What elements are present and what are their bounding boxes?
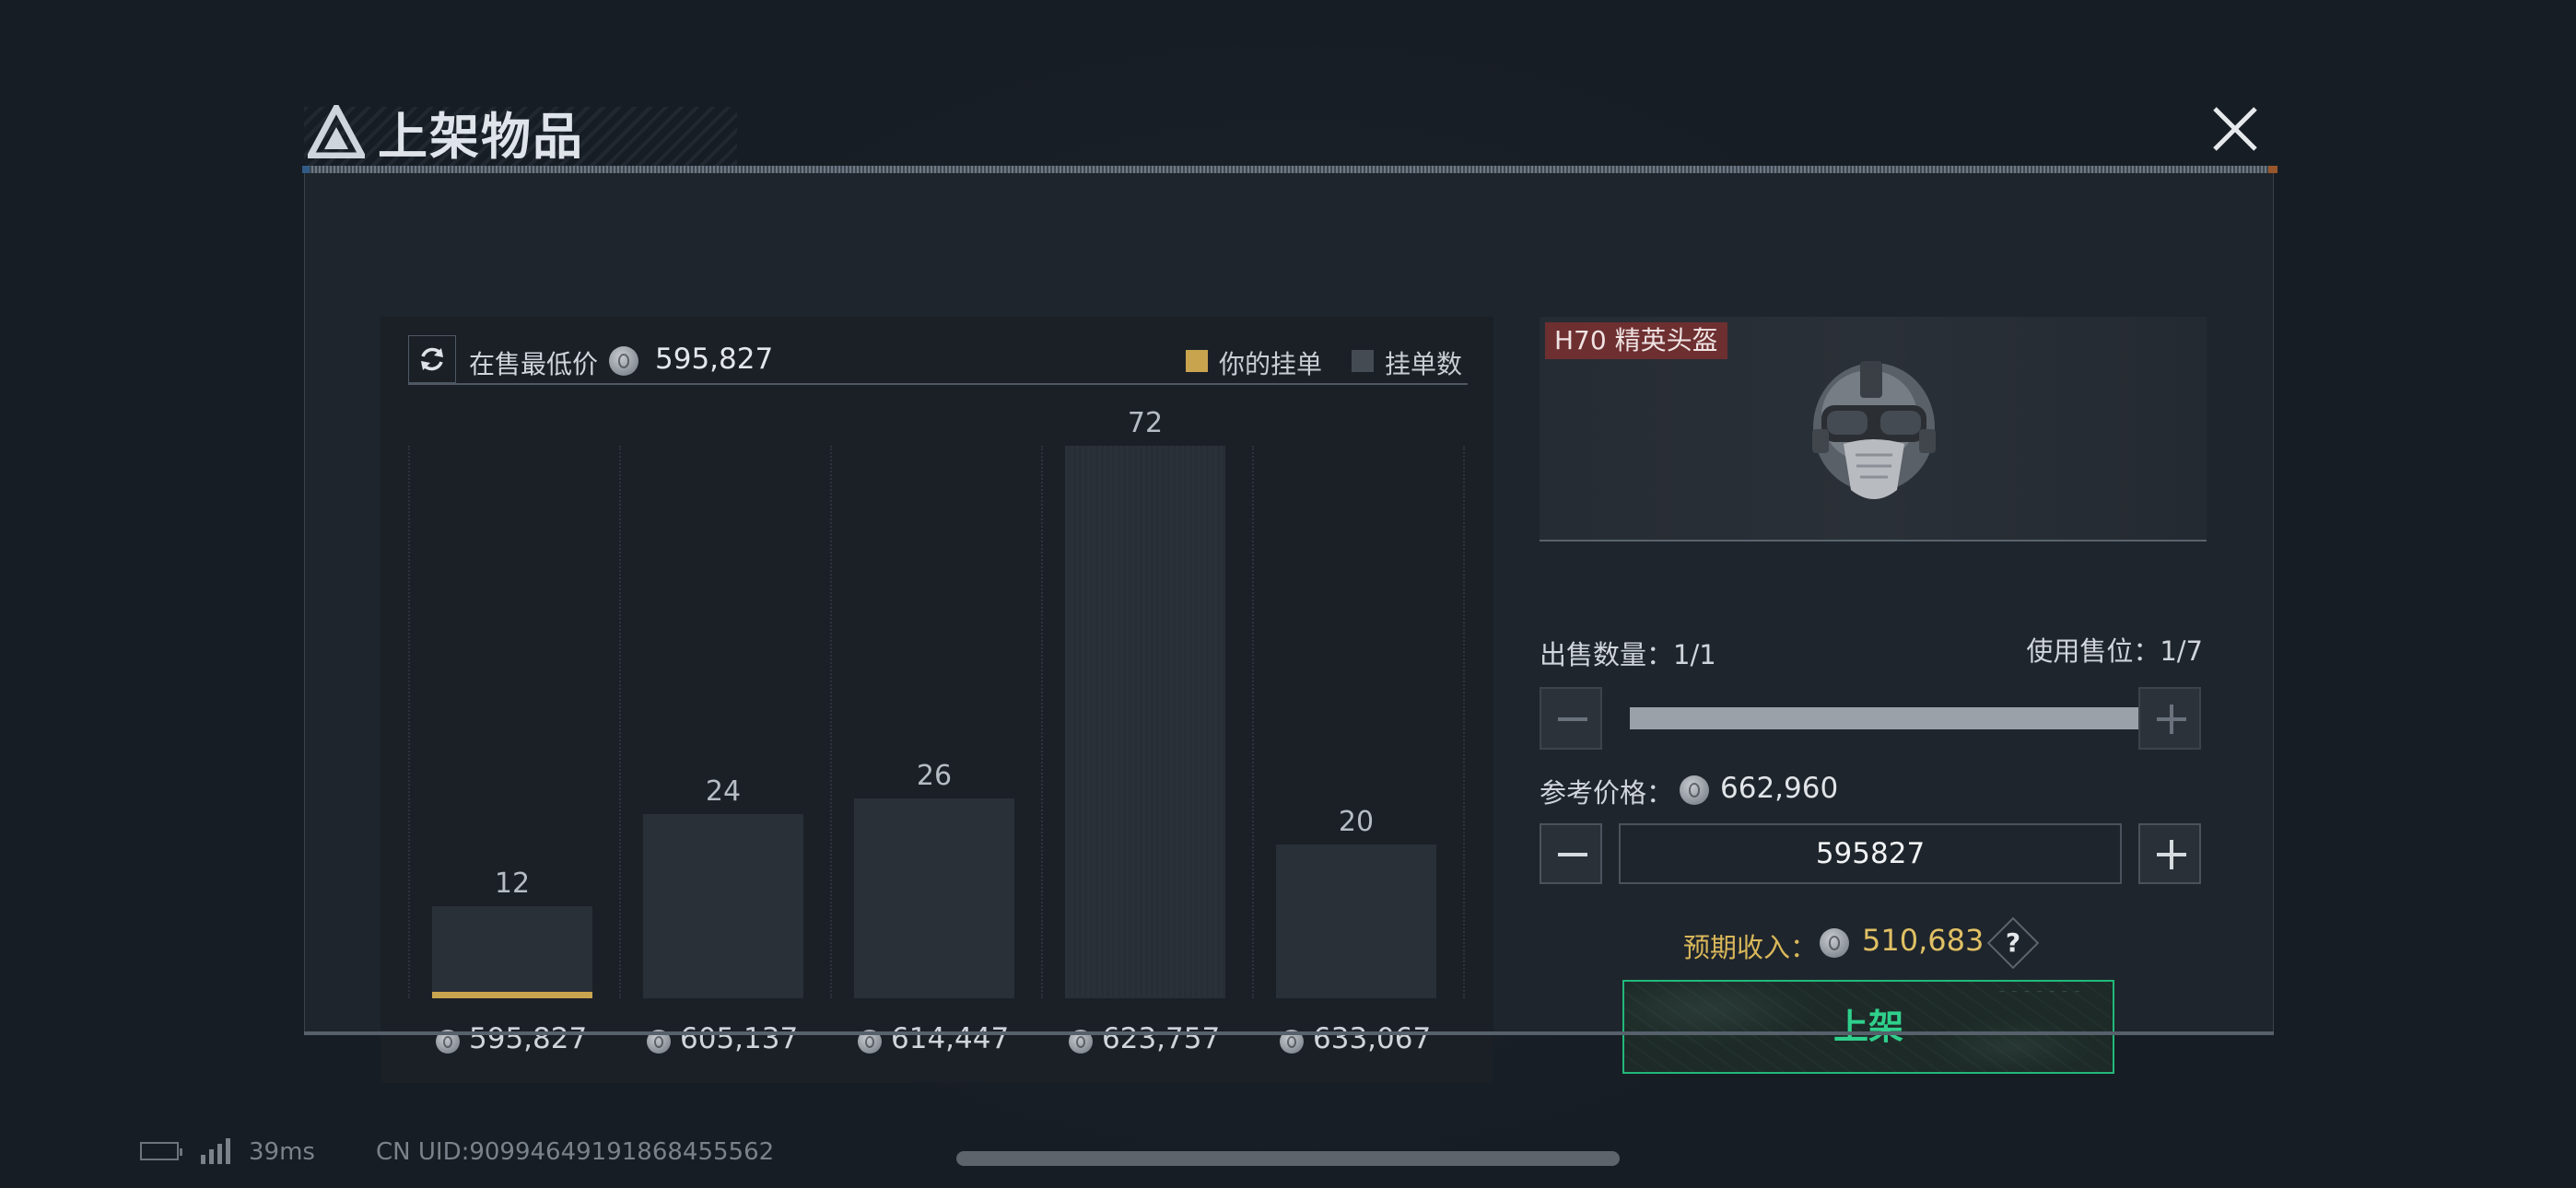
grid-line [408,446,410,998]
quantity-decrease-button[interactable] [1540,687,1602,750]
helmet-icon [1812,361,1936,499]
bar-plot-area: 12 24 26 72 20 [408,407,1468,1017]
title-bar: 上架物品 [304,90,2274,171]
expected-income-value: 510,683 [1862,923,1985,958]
bar[interactable] [1065,446,1225,998]
title-divider [302,166,2277,173]
grid-line [1252,446,1254,998]
bar-value-label: 12 [494,868,531,900]
minus-icon [1558,717,1587,721]
your-listing-marker [432,992,592,998]
signal-icon [201,1138,234,1164]
price-increase-button[interactable] [2138,823,2201,884]
coin-icon [609,346,638,376]
refresh-button[interactable] [408,335,456,383]
battery-icon [140,1142,182,1160]
reference-price-label: 参考价格： [1540,777,1674,809]
grid-line [830,446,832,998]
grid-line [1041,446,1043,998]
bar[interactable] [854,798,1014,998]
refresh-icon [421,347,443,371]
price-input[interactable] [1619,823,2122,884]
bar-value-label: 24 [705,775,742,808]
expected-income-label: 预期收入： [1683,932,1818,963]
sell-quantity-label: 出售数量：1/1 [1540,639,1716,670]
lowest-price-value: 595,827 [655,343,774,376]
close-icon[interactable] [2207,101,2263,157]
bar-value-label: 26 [916,760,953,792]
price-distribution-chart: 在售最低价 595,827 你的挂单 挂单数 12 24 26 72 20 595,82… [381,317,1493,1083]
legend-swatch-mine [1186,350,1208,372]
quantity-slider-fill [1630,707,2197,729]
bar[interactable] [643,814,803,998]
coin-icon [1680,775,1709,805]
grid-line [1463,446,1465,998]
list-for-sale-button[interactable]: — — — — — — — 上架 [1622,980,2114,1074]
item-preview-card: H70 精英头盔 [1540,317,2207,542]
item-name-tag: H70 精英头盔 [1545,322,1727,359]
bar[interactable] [1276,844,1436,998]
list-for-sale-label: 上架 [1832,1007,1903,1047]
used-slots-label: 使用售位：1/7 [2026,635,2203,667]
quantity-slider[interactable] [1630,707,2197,729]
coin-icon [1820,928,1849,958]
grid-line [619,446,621,998]
quantity-increase-button[interactable] [2138,687,2201,750]
minus-icon [1558,853,1587,856]
legend-label-count: 挂单数 [1385,349,1463,379]
chart-header-divider [408,383,1468,385]
home-indicator[interactable] [956,1151,1620,1166]
user-uid: CN UID:90994649191868455562 [376,1138,775,1166]
help-icon[interactable]: ? [1995,925,2032,961]
bar[interactable] [432,906,592,998]
delta-logo-icon [308,105,365,158]
bar-value-label: 20 [1338,806,1375,838]
lowest-price-label: 在售最低价 [469,349,599,379]
price-decrease-button[interactable] [1540,823,1602,884]
chart-header: 在售最低价 595,827 你的挂单 挂单数 [408,333,1468,387]
ping-readout: 39ms [249,1138,315,1166]
dialog-title: 上架物品 [378,108,584,166]
legend-swatch-count [1352,350,1374,372]
panel-bottom-border [304,1031,2274,1035]
dialog-panel: 在售最低价 595,827 你的挂单 挂单数 12 24 26 72 20 595,82… [304,173,2274,1083]
legend-label-mine: 你的挂单 [1219,349,1323,379]
list-item-dialog: 上架物品 在售最低价 595,827 你的挂单 挂单数 12 24 26 72 … [302,90,2277,1083]
reference-price-value: 662,960 [1720,772,1839,805]
bar-value-label: 72 [1127,407,1164,439]
